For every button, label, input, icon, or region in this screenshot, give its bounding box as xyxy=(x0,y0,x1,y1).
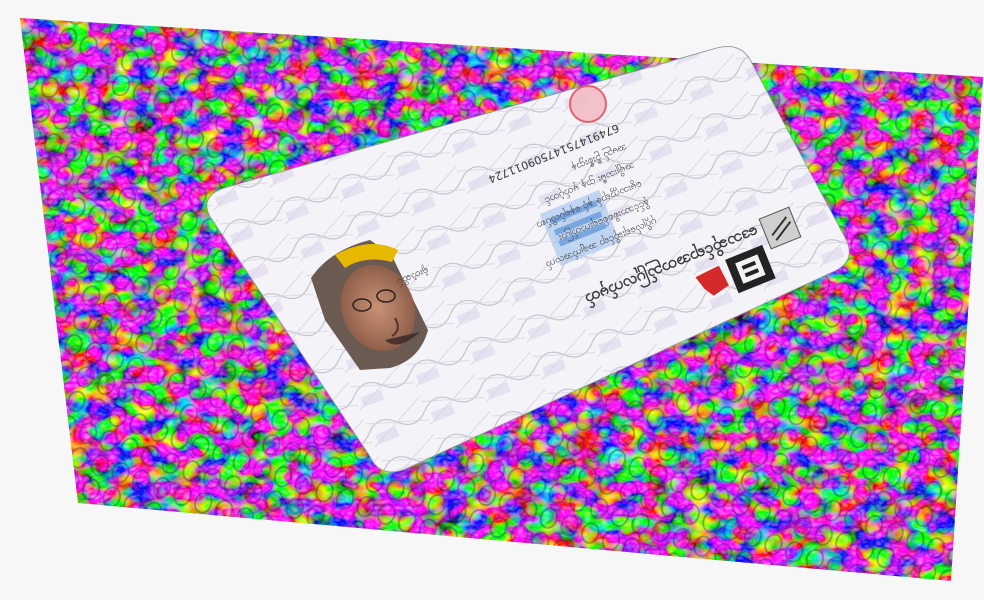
seal-stamp xyxy=(569,85,607,123)
photo-scene: ဒေသဆိုင်ရာအတည်ပြုလက်မှတ် ပုဂ္ဂိုလ်ရေးဆို… xyxy=(20,18,983,581)
